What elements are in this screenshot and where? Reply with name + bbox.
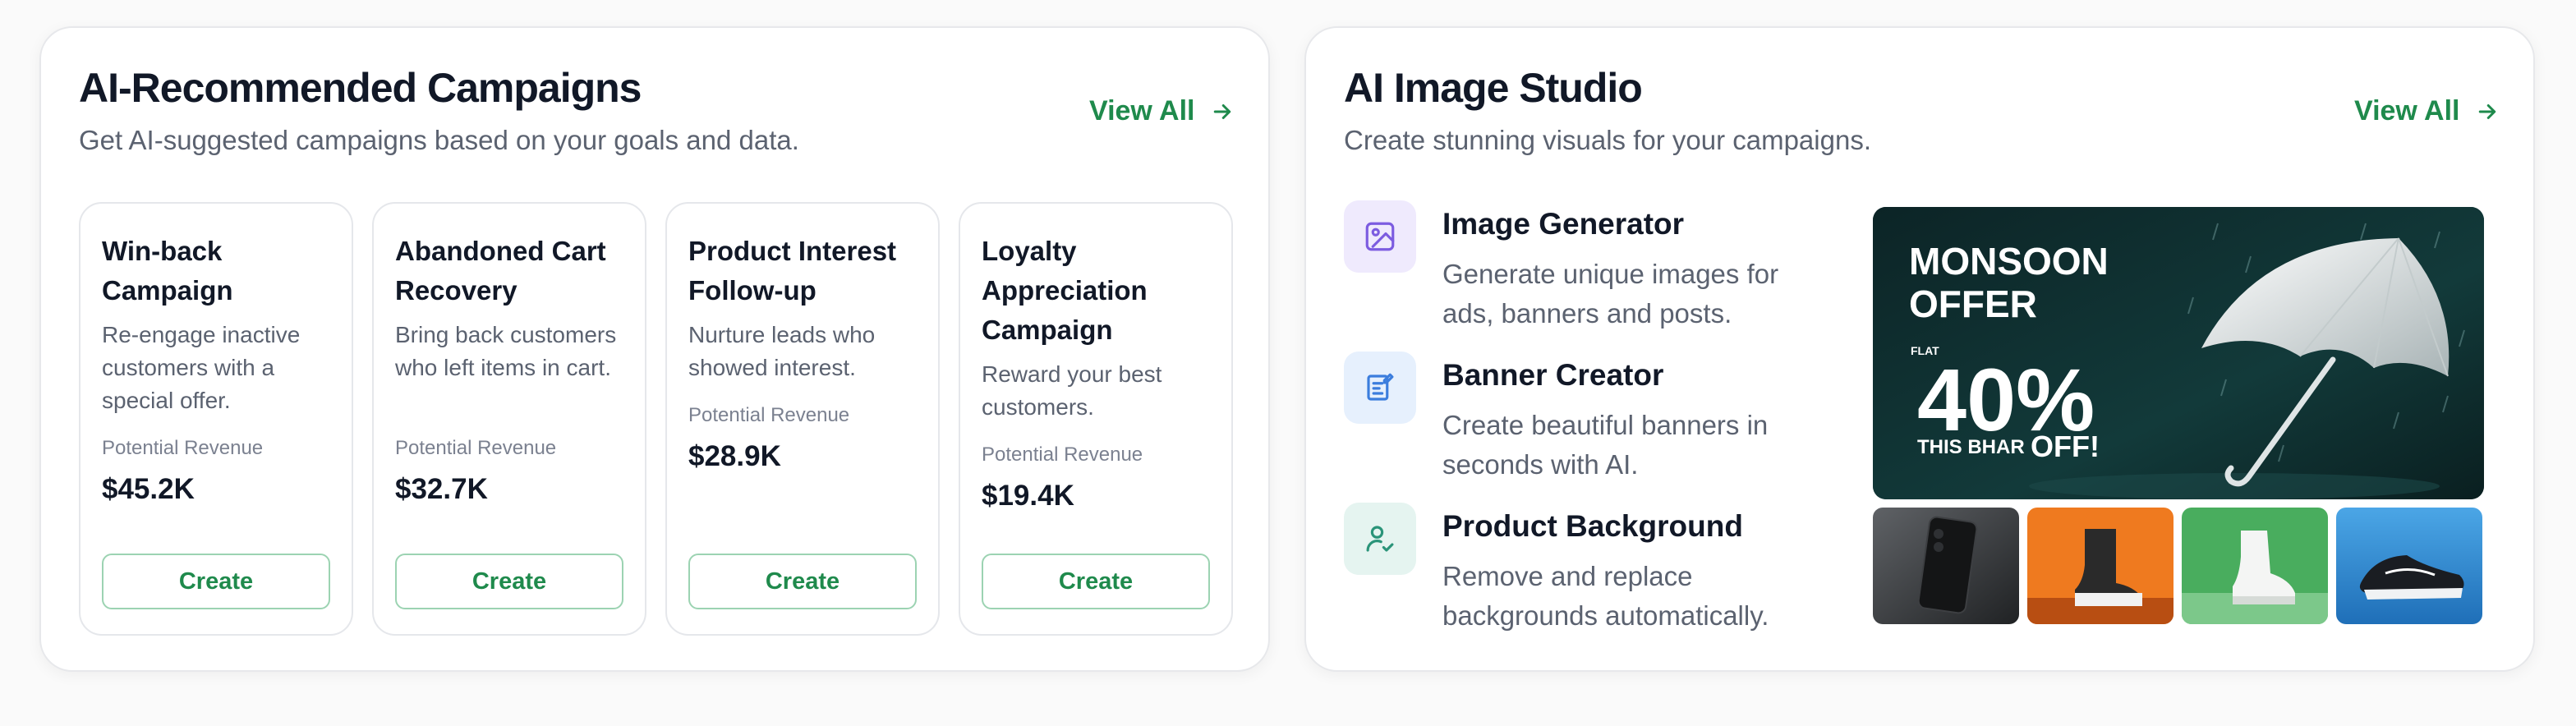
revenue-value: $32.7K [395, 473, 488, 505]
user-check-icon[interactable] [1344, 503, 1416, 575]
revenue-label: Potential Revenue [102, 437, 264, 459]
revenue-label: Potential Revenue [395, 437, 557, 459]
tool-description: Generate unique images for ads, banners … [1442, 259, 1779, 329]
banner-line1: MONSOON [1909, 240, 2109, 283]
sneaker-running-image [2336, 508, 2482, 624]
panel-subtitle: Create stunning visuals for your campaig… [1344, 125, 1871, 155]
view-all-label: View All [1089, 95, 1195, 126]
campaign-title: Win-back Campaign [102, 236, 233, 306]
revenue-value: $45.2K [102, 473, 195, 505]
banner-line2: OFFER [1909, 283, 2037, 325]
arrow-right-icon [1213, 103, 1230, 119]
view-all-image-studio-link[interactable]: View All [2354, 95, 2500, 127]
create-button[interactable]: Create [688, 554, 917, 609]
smartphone-thumbnail[interactable] [1873, 508, 2019, 624]
campaign-title: Abandoned Cart Recovery [395, 236, 606, 306]
campaign-description: Nurture leads who showed interest. [688, 322, 876, 380]
tool-title-banner-creator[interactable]: Banner Creator [1442, 358, 1663, 393]
view-all-campaigns-link[interactable]: View All [1089, 95, 1235, 127]
campaign-description: Re-engage inactive customers with a spec… [102, 322, 301, 413]
create-button[interactable]: Create [102, 554, 330, 609]
panel-title: AI Image Studio [1344, 65, 1643, 111]
tool-title-image-generator[interactable]: Image Generator [1442, 207, 1684, 241]
revenue-value: $19.4K [982, 480, 1074, 512]
banner-off: OFF! [2031, 430, 2100, 463]
sneaker-running-thumbnail[interactable] [2336, 508, 2482, 624]
campaign-title: Loyalty Appreciation Campaign [982, 236, 1148, 345]
panel-title: AI-Recommended Campaigns [79, 65, 642, 111]
campaign-description: Reward your best customers. [982, 361, 1162, 420]
panel-subtitle: Get AI-suggested campaigns based on your… [79, 125, 799, 155]
smartphone-image [1873, 508, 2019, 624]
monsoon-offer-banner[interactable]: MONSOON OFFER FLAT 40% THIS BHAR OFF! [1873, 207, 2484, 499]
arrow-right-icon [2478, 103, 2496, 119]
create-button[interactable]: Create [982, 554, 1210, 609]
tool-description: Create beautiful banners in seconds with… [1442, 410, 1769, 480]
banner-this-bhar: THIS BHAR [1917, 436, 2025, 458]
campaign-card-win-back: Win-back Campaign Re-engage inactive cus… [79, 202, 353, 636]
campaign-title: Product Interest Follow-up [688, 236, 897, 306]
sneaker-white-image [2182, 508, 2328, 624]
ai-campaigns-panel: AI-Recommended Campaigns Get AI-suggeste… [39, 26, 1270, 672]
campaign-card-abandoned-cart: Abandoned Cart Recovery Bring back custo… [372, 202, 646, 636]
banner-art: MONSOON OFFER FLAT 40% THIS BHAR OFF! [1873, 207, 2484, 499]
boot-image [2027, 508, 2174, 624]
campaign-card-product-interest: Product Interest Follow-up Nurture leads… [665, 202, 940, 636]
revenue-label: Potential Revenue [688, 404, 850, 426]
banner-edit-icon[interactable] [1344, 352, 1416, 424]
sneaker-white-thumbnail[interactable] [2182, 508, 2328, 624]
boot-thumbnail[interactable] [2027, 508, 2174, 624]
page: AI-Recommended Campaigns Get AI-suggeste… [0, 0, 2576, 726]
revenue-label: Potential Revenue [982, 443, 1143, 466]
campaign-description: Bring back customers who left items in c… [395, 322, 617, 380]
campaign-card-loyalty: Loyalty Appreciation Campaign Reward you… [959, 202, 1233, 636]
tool-title-product-background[interactable]: Product Background [1442, 509, 1743, 544]
ai-image-studio-panel: AI Image Studio Create stunning visuals … [1304, 26, 2535, 672]
create-button[interactable]: Create [395, 554, 623, 609]
view-all-label: View All [2354, 95, 2460, 126]
tool-description: Remove and replace backgrounds automatic… [1442, 561, 1769, 631]
image-icon[interactable] [1344, 200, 1416, 273]
revenue-value: $28.9K [688, 440, 781, 472]
